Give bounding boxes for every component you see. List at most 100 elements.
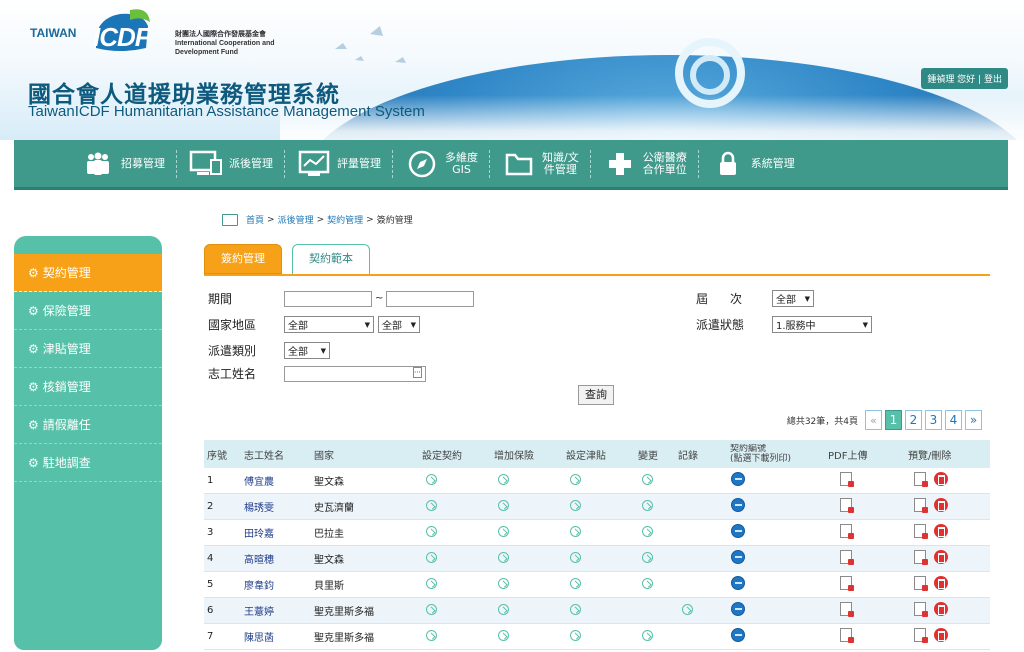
pdf-upload-icon[interactable] — [840, 524, 854, 539]
breadcrumb-contract[interactable]: 契約管理 — [327, 213, 363, 226]
set-allowance-icon[interactable] — [570, 499, 581, 511]
row-name[interactable]: 楊琇雯 — [244, 499, 314, 514]
term-label-1: 屆 — [696, 292, 709, 306]
add-insurance-icon[interactable] — [498, 603, 509, 615]
pdf-preview-icon[interactable] — [914, 472, 928, 487]
pdf-preview-icon[interactable] — [914, 602, 928, 617]
delete-icon[interactable] — [934, 524, 948, 538]
pagination-page-4[interactable]: 4 — [945, 410, 962, 430]
download-icon[interactable] — [731, 628, 745, 642]
add-insurance-icon[interactable] — [498, 525, 509, 537]
country-select[interactable]: 全部 ▼ — [284, 316, 374, 333]
add-insurance-icon[interactable] — [498, 473, 509, 485]
breadcrumb-post-dispatch[interactable]: 派後管理 — [278, 213, 314, 226]
change-icon[interactable] — [642, 473, 653, 485]
download-icon[interactable] — [731, 576, 745, 590]
nav-gis[interactable]: 多維度 GIS — [393, 144, 490, 184]
set-contract-icon[interactable] — [426, 577, 437, 589]
pdf-preview-icon[interactable] — [914, 524, 928, 539]
sidebar-item-contract[interactable]: ⚙ 契約管理 — [14, 254, 162, 292]
set-allowance-icon[interactable] — [570, 525, 581, 537]
row-name[interactable]: 高暄穗 — [244, 551, 314, 566]
row-name[interactable]: 廖韋鈞 — [244, 577, 314, 592]
add-insurance-icon[interactable] — [498, 499, 509, 511]
period-to-input[interactable] — [386, 290, 475, 307]
change-icon[interactable] — [642, 577, 653, 589]
sidebar-item-site-survey[interactable]: ⚙ 駐地調查 — [14, 444, 162, 482]
pagination-prev[interactable]: « — [865, 410, 882, 430]
pdf-upload-icon[interactable] — [840, 498, 854, 513]
breadcrumb-home[interactable]: 首頁 — [246, 213, 264, 226]
pdf-preview-icon[interactable] — [914, 628, 928, 643]
period-from-input[interactable] — [284, 290, 372, 307]
pdf-upload-icon[interactable] — [840, 628, 854, 643]
nav-recruitment[interactable]: 招募管理 — [69, 144, 177, 184]
sidebar-item-reimbursement[interactable]: ⚙ 核銷管理 — [14, 368, 162, 406]
pdf-upload-icon[interactable] — [840, 550, 854, 565]
add-insurance-icon[interactable] — [498, 629, 509, 641]
download-icon[interactable] — [731, 524, 745, 538]
delete-icon[interactable] — [934, 550, 948, 564]
nav-system[interactable]: 系統管理 — [699, 144, 807, 184]
row-name[interactable]: 田玲嘉 — [244, 525, 314, 540]
search-button[interactable]: 查詢 — [578, 385, 614, 405]
set-allowance-icon[interactable] — [570, 551, 581, 563]
tab-template[interactable]: 契約範本 — [292, 244, 370, 274]
delete-icon[interactable] — [934, 576, 948, 590]
set-contract-icon[interactable] — [426, 551, 437, 563]
set-contract-icon[interactable] — [426, 499, 437, 511]
change-icon[interactable] — [642, 551, 653, 563]
add-insurance-icon[interactable] — [498, 577, 509, 589]
type-select[interactable]: 全部 ▼ — [284, 342, 330, 359]
term-select[interactable]: 全部 ▼ — [772, 290, 814, 307]
download-icon[interactable] — [731, 550, 745, 564]
nav-evaluation[interactable]: 評量管理 — [285, 144, 393, 184]
set-contract-icon[interactable] — [426, 603, 437, 615]
country-sub-select[interactable]: 全部 ▼ — [378, 316, 420, 333]
set-allowance-icon[interactable] — [570, 629, 581, 641]
change-icon[interactable] — [642, 499, 653, 511]
sidebar-item-insurance[interactable]: ⚙ 保險管理 — [14, 292, 162, 330]
change-icon[interactable] — [642, 525, 653, 537]
record-icon[interactable] — [682, 603, 693, 615]
set-contract-icon[interactable] — [426, 525, 437, 537]
pdf-preview-icon[interactable] — [914, 498, 928, 513]
sidebar-item-allowance[interactable]: ⚙ 津貼管理 — [14, 330, 162, 368]
download-icon[interactable] — [731, 602, 745, 616]
icdf-logo[interactable]: TAIWAN ICDF 財團法人國際合作發展基金會 International … — [10, 8, 310, 60]
set-allowance-icon[interactable] — [570, 603, 581, 615]
nav-medical[interactable]: 公衛醫療 合作單位 — [591, 144, 699, 184]
pdf-upload-icon[interactable] — [840, 602, 854, 617]
delete-icon[interactable] — [934, 472, 948, 486]
add-insurance-icon[interactable] — [498, 551, 509, 563]
download-icon[interactable] — [731, 498, 745, 512]
pdf-preview-icon[interactable] — [914, 576, 928, 591]
nav-knowledge[interactable]: 知識/文 件管理 — [490, 144, 591, 184]
nav-post-dispatch[interactable]: 派後管理 — [177, 144, 285, 184]
pagination-next[interactable]: » — [965, 410, 982, 430]
sidebar-item-leave[interactable]: ⚙ 請假離任 — [14, 406, 162, 444]
delete-icon[interactable] — [934, 628, 948, 642]
row-name[interactable]: 陳思菡 — [244, 629, 314, 644]
set-contract-icon[interactable] — [426, 473, 437, 485]
tab-signing[interactable]: 簽約管理 — [204, 244, 282, 274]
pagination-page-1[interactable]: 1 — [885, 410, 902, 430]
set-allowance-icon[interactable] — [570, 577, 581, 589]
set-allowance-icon[interactable] — [570, 473, 581, 485]
download-icon[interactable] — [731, 472, 745, 486]
row-name[interactable]: 王薏婷 — [244, 603, 314, 618]
pdf-preview-icon[interactable] — [914, 550, 928, 565]
change-icon[interactable] — [642, 629, 653, 641]
pdf-upload-icon[interactable] — [840, 472, 854, 487]
pagination-page-3[interactable]: 3 — [925, 410, 942, 430]
logout-link[interactable]: 登出 — [984, 75, 1002, 85]
row-name[interactable]: 傅宜農 — [244, 473, 314, 488]
delete-icon[interactable] — [934, 602, 948, 616]
pagination-page-2[interactable]: 2 — [905, 410, 922, 430]
keyboard-icon[interactable]: ⋯ — [413, 367, 422, 379]
name-input[interactable] — [284, 365, 426, 382]
status-select[interactable]: 1.服務中 ▼ — [772, 316, 872, 333]
set-contract-icon[interactable] — [426, 629, 437, 641]
delete-icon[interactable] — [934, 498, 948, 512]
pdf-upload-icon[interactable] — [840, 576, 854, 591]
